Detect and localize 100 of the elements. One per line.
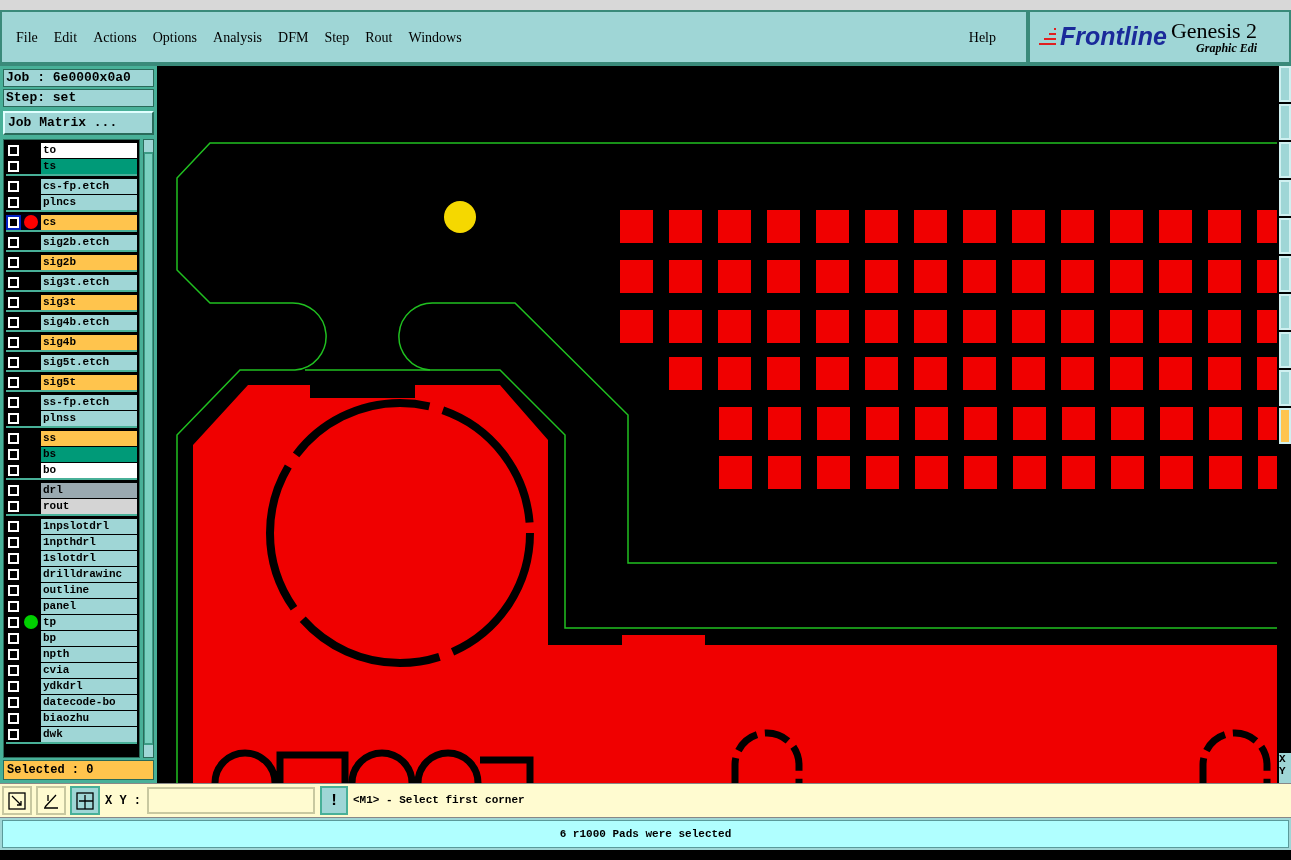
menu-item[interactable]: Edit: [53, 26, 78, 48]
layer-name[interactable]: 1npslotdrl: [41, 518, 137, 534]
layer-name[interactable]: sig4b.etch: [41, 314, 137, 330]
layer-name[interactable]: plncs: [41, 194, 137, 210]
layer-checkbox[interactable]: [6, 614, 21, 630]
layer-name[interactable]: npth: [41, 646, 137, 662]
layer-checkbox[interactable]: [6, 566, 21, 582]
layer-name[interactable]: drilldrawinc: [41, 566, 137, 582]
layer-row[interactable]: npth: [6, 646, 137, 662]
layer-checkbox[interactable]: [6, 334, 21, 350]
layer-checkbox[interactable]: [6, 234, 21, 250]
layer-checkbox[interactable]: [6, 294, 21, 310]
layer-checkbox[interactable]: [6, 394, 21, 410]
layer-row[interactable]: sig2b: [6, 254, 137, 270]
layer-name[interactable]: cvia: [41, 662, 137, 678]
layer-name[interactable]: sig3t: [41, 294, 137, 310]
layer-name[interactable]: datecode-bo: [41, 694, 137, 710]
layer-row[interactable]: 1npslotdrl: [6, 518, 137, 534]
layer-row[interactable]: sig3t.etch: [6, 274, 137, 290]
layer-checkbox[interactable]: [6, 430, 21, 446]
layer-checkbox[interactable]: [6, 598, 21, 614]
layer-name[interactable]: ss: [41, 430, 137, 446]
job-matrix-button[interactable]: Job Matrix ...: [3, 111, 154, 135]
layer-row[interactable]: biaozhu: [6, 710, 137, 726]
layer-row[interactable]: 1slotdrl: [6, 550, 137, 566]
layer-checkbox[interactable]: [6, 214, 21, 230]
layer-name[interactable]: bs: [41, 446, 137, 462]
coordinate-input[interactable]: [147, 787, 315, 814]
layer-checkbox[interactable]: [6, 630, 21, 646]
layer-row[interactable]: panel: [6, 598, 137, 614]
layer-checkbox[interactable]: [6, 462, 21, 478]
layer-checkbox[interactable]: [6, 726, 21, 742]
layer-row[interactable]: cs-fp.etch: [6, 178, 137, 194]
menu-item[interactable]: Windows: [408, 26, 462, 48]
layer-checkbox[interactable]: [6, 410, 21, 426]
layer-name[interactable]: drl: [41, 482, 137, 498]
menu-item[interactable]: Step: [324, 26, 350, 48]
layer-checkbox[interactable]: [6, 550, 21, 566]
layer-checkbox[interactable]: [6, 254, 21, 270]
layer-checkbox[interactable]: [6, 374, 21, 390]
menu-item[interactable]: Actions: [93, 26, 137, 48]
layer-checkbox[interactable]: [6, 194, 21, 210]
layer-checkbox[interactable]: [6, 534, 21, 550]
layer-name[interactable]: cs-fp.etch: [41, 178, 137, 194]
scroll-bar[interactable]: [143, 139, 154, 758]
layer-checkbox[interactable]: [6, 498, 21, 514]
menu-item[interactable]: Options: [152, 26, 198, 48]
layer-name[interactable]: sig3t.etch: [41, 274, 137, 290]
layer-name[interactable]: biaozhu: [41, 710, 137, 726]
layer-row[interactable]: cs: [6, 214, 137, 230]
layer-checkbox[interactable]: [6, 314, 21, 330]
layer-row[interactable]: ss: [6, 430, 137, 446]
layer-name[interactable]: sig5t.etch: [41, 354, 137, 370]
layer-row[interactable]: sig3t: [6, 294, 137, 310]
layer-name[interactable]: panel: [41, 598, 137, 614]
menu-item[interactable]: Analysis: [213, 26, 263, 48]
layer-row[interactable]: tp: [6, 614, 137, 630]
layer-row[interactable]: bp: [6, 630, 137, 646]
layer-name[interactable]: cs: [41, 214, 137, 230]
layer-name[interactable]: rout: [41, 498, 137, 514]
layer-name[interactable]: 1npthdrl: [41, 534, 137, 550]
layer-checkbox[interactable]: [6, 646, 21, 662]
layer-name[interactable]: ss-fp.etch: [41, 394, 137, 410]
zoom-icon[interactable]: [2, 786, 32, 815]
layer-name[interactable]: sig4b: [41, 334, 137, 350]
layer-name[interactable]: dwk: [41, 726, 137, 742]
prompt-button[interactable]: !: [320, 786, 348, 815]
help-menu[interactable]: Help: [968, 26, 996, 48]
layer-row[interactable]: sig5t: [6, 374, 137, 390]
layer-row[interactable]: sig2b.etch: [6, 234, 137, 250]
menu-item[interactable]: File: [16, 26, 38, 48]
layer-name[interactable]: outline: [41, 582, 137, 598]
layer-name[interactable]: ts: [41, 158, 137, 174]
layer-row[interactable]: plnss: [6, 410, 137, 426]
layer-row[interactable]: ts: [6, 158, 137, 174]
layer-row[interactable]: 1npthdrl: [6, 534, 137, 550]
layer-checkbox[interactable]: [6, 678, 21, 694]
layer-row[interactable]: plncs: [6, 194, 137, 210]
layer-checkbox[interactable]: [6, 582, 21, 598]
layer-name[interactable]: bp: [41, 630, 137, 646]
layer-checkbox[interactable]: [6, 710, 21, 726]
layer-checkbox[interactable]: [6, 142, 21, 158]
layer-row[interactable]: bs: [6, 446, 137, 462]
layer-name[interactable]: sig5t: [41, 374, 137, 390]
layer-row[interactable]: bo: [6, 462, 137, 478]
layer-row[interactable]: datecode-bo: [6, 694, 137, 710]
angle-icon[interactable]: [36, 786, 66, 815]
layer-row[interactable]: dwk: [6, 726, 137, 742]
layer-row[interactable]: cvia: [6, 662, 137, 678]
layer-checkbox[interactable]: [6, 482, 21, 498]
layer-name[interactable]: ydkdrl: [41, 678, 137, 694]
layer-name[interactable]: plnss: [41, 410, 137, 426]
menu-item[interactable]: DFM: [278, 26, 309, 48]
layer-checkbox[interactable]: [6, 694, 21, 710]
layer-checkbox[interactable]: [6, 662, 21, 678]
layer-checkbox[interactable]: [6, 178, 21, 194]
layer-name[interactable]: bo: [41, 462, 137, 478]
layer-checkbox[interactable]: [6, 354, 21, 370]
grid-icon[interactable]: [70, 786, 100, 815]
layer-row[interactable]: rout: [6, 498, 137, 514]
